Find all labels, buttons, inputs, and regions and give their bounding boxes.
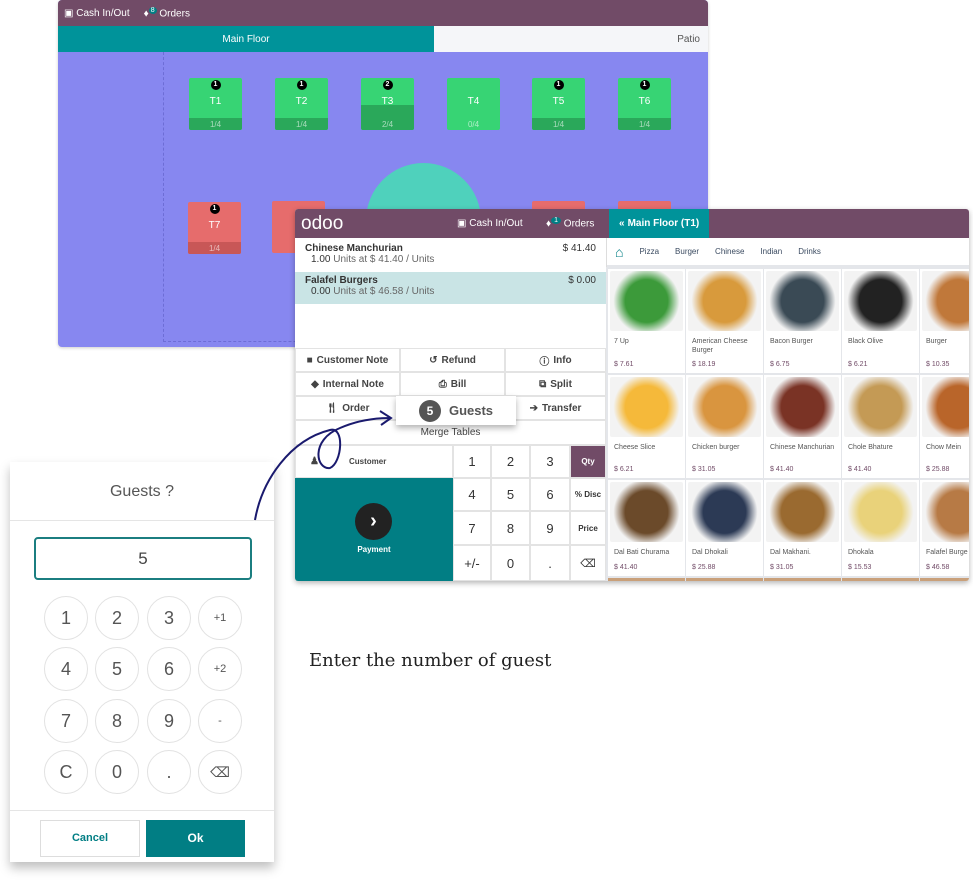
annotation-text: Enter the number of guest xyxy=(309,650,552,671)
annotation-arrow xyxy=(254,410,393,521)
